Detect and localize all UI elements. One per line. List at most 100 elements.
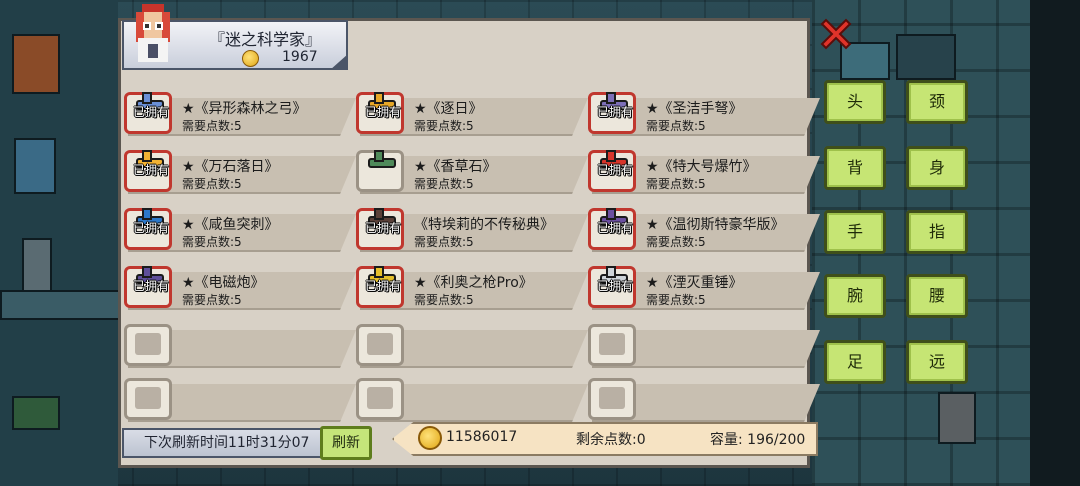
owned-label: 已拥有 [596, 105, 633, 119]
item-cost: 需要点数:5 [414, 119, 474, 133]
empty-item-row [124, 378, 356, 422]
total-coins: 11586017 [446, 429, 518, 445]
item-name: ★《特大号爆竹》 [646, 159, 757, 175]
owned-label: 已拥有 [364, 221, 401, 235]
equip-slot-button[interactable]: 远 [906, 340, 968, 384]
empty-slot-inner [599, 387, 625, 409]
item-cost: 需要点数:5 [646, 235, 706, 249]
merchant-coin-count: 1967 [282, 49, 318, 65]
empty-item-row [124, 324, 356, 368]
remaining-points: 剩余点数:0 [576, 432, 646, 448]
owned-label: 已拥有 [596, 279, 633, 293]
owned-label: 已拥有 [132, 221, 169, 235]
shop-item[interactable]: 已拥有 ★《异形森林之弓》 需要点数:5 [124, 92, 356, 136]
shop-item[interactable]: 已拥有 ★《电磁炮》 需要点数:5 [124, 266, 356, 310]
refresh-button[interactable]: 刷新 [320, 426, 372, 460]
shop-item[interactable]: ★《香草石》 需要点数:5 [356, 150, 588, 194]
owned-label: 已拥有 [596, 221, 633, 235]
merchant-card-notch [330, 54, 348, 70]
scientist-avatar-icon [136, 4, 170, 62]
background-locker [938, 392, 976, 444]
item-slot[interactable] [356, 150, 404, 192]
empty-item-row [588, 324, 820, 368]
background-monitor [896, 34, 956, 80]
merchant-title: 『迷之科学家』 [208, 30, 321, 49]
equip-slot-button[interactable]: 手 [824, 210, 886, 254]
empty-item-row [356, 378, 588, 422]
item-slot[interactable]: 已拥有 [588, 266, 636, 308]
item-cost: 需要点数:5 [646, 177, 706, 191]
empty-slot-inner [367, 387, 393, 409]
empty-slot-inner [599, 333, 625, 355]
equip-slot-button[interactable]: 腕 [824, 274, 886, 318]
item-name: ★《利奥之枪Pro》 [414, 275, 533, 291]
empty-slot-inner [135, 333, 161, 355]
item-slot[interactable]: 已拥有 [588, 92, 636, 134]
item-slot[interactable]: 已拥有 [124, 208, 172, 250]
shop-item[interactable]: 已拥有 ★《咸鱼突刺》 需要点数:5 [124, 208, 356, 252]
coin-icon [418, 426, 442, 450]
background-vase [22, 238, 52, 292]
item-name: ★《香草石》 [414, 159, 497, 175]
item-name: 《特埃莉的不传秘典》 [414, 217, 554, 233]
empty-slot-inner [135, 387, 161, 409]
item-slot[interactable]: 已拥有 [356, 266, 404, 308]
shop-item[interactable]: 已拥有 ★《逐日》需要点数:5 [356, 92, 588, 136]
empty-item-row [588, 378, 820, 422]
equip-slot-button[interactable]: 背 [824, 146, 886, 190]
empty-item-slot[interactable] [588, 324, 636, 366]
empty-item-row [356, 324, 588, 368]
item-name: ★《圣洁手弩》 [646, 101, 743, 117]
item-cost: 需要点数:5 [182, 177, 242, 191]
shop-item[interactable]: 已拥有 《特埃莉的不传秘典》 需要点数:5 [356, 208, 588, 252]
shop-item[interactable]: 已拥有 ★《利奥之枪Pro》 需要点数:5 [356, 266, 588, 310]
equip-slot-button[interactable]: 足 [824, 340, 886, 384]
equip-slot-button[interactable]: 颈 [906, 80, 968, 124]
shop-item[interactable]: 已拥有 ★《温彻斯特豪华版》 需要点数:5 [588, 208, 820, 252]
item-cost: 需要点数:5 [182, 235, 242, 249]
item-name: ★《万石落日》 [182, 159, 279, 175]
empty-item-slot[interactable] [356, 378, 404, 420]
item-cost: 需要点数:5 [182, 293, 242, 307]
empty-slot-inner [367, 333, 393, 355]
item-slot[interactable]: 已拥有 [124, 92, 172, 134]
item-slot[interactable]: 已拥有 [356, 208, 404, 250]
item-slot[interactable]: 已拥有 [588, 150, 636, 192]
item-cost: 需要点数:5 [646, 119, 706, 133]
item-cost: 需要点数:5 [414, 177, 474, 191]
item-slot[interactable]: 已拥有 [124, 150, 172, 192]
shop-item[interactable]: 已拥有 ★《圣洁手弩》 需要点数:5 [588, 92, 820, 136]
equip-slot-button[interactable]: 指 [906, 210, 968, 254]
owned-label: 已拥有 [132, 279, 169, 293]
empty-item-slot[interactable] [356, 324, 404, 366]
owned-label: 已拥有 [132, 163, 169, 177]
empty-item-slot[interactable] [588, 378, 636, 420]
screen-edge-bar [1030, 0, 1080, 486]
empty-item-slot[interactable] [124, 324, 172, 366]
empty-item-slot[interactable] [124, 378, 172, 420]
shop-item[interactable]: 已拥有 ★《湮灭重锤》 需要点数:5 [588, 266, 820, 310]
item-name: ★《湮灭重锤》 [646, 275, 743, 291]
coin-icon [242, 50, 259, 67]
item-cost: 需要点数:5 [414, 293, 474, 307]
equip-slot-button[interactable]: 身 [906, 146, 968, 190]
background-chair [14, 138, 56, 194]
equip-slot-button[interactable]: 头 [824, 80, 886, 124]
item-name: ★《逐日》 [414, 101, 483, 117]
vanilla-stone-icon [368, 150, 396, 168]
equip-slot-button[interactable]: 腰 [906, 274, 968, 318]
item-slot[interactable]: 已拥有 [588, 208, 636, 250]
background-device [12, 396, 60, 430]
shop-item[interactable]: 已拥有 ★《特大号爆竹》 需要点数:5 [588, 150, 820, 194]
close-icon[interactable] [816, 14, 856, 54]
background-cabinet [12, 34, 60, 94]
owned-label: 已拥有 [132, 105, 169, 119]
refresh-timer: 下次刷新时间11时31分07 [122, 428, 322, 458]
item-slot[interactable]: 已拥有 [356, 92, 404, 134]
item-name: ★《异形森林之弓》 [182, 101, 307, 117]
background-floor-strip [0, 290, 122, 320]
owned-label: 已拥有 [596, 163, 633, 177]
shop-item[interactable]: 已拥有 ★《万石落日》 需要点数:5 [124, 150, 356, 194]
item-slot[interactable]: 已拥有 [124, 266, 172, 308]
owned-label: 已拥有 [364, 279, 401, 293]
